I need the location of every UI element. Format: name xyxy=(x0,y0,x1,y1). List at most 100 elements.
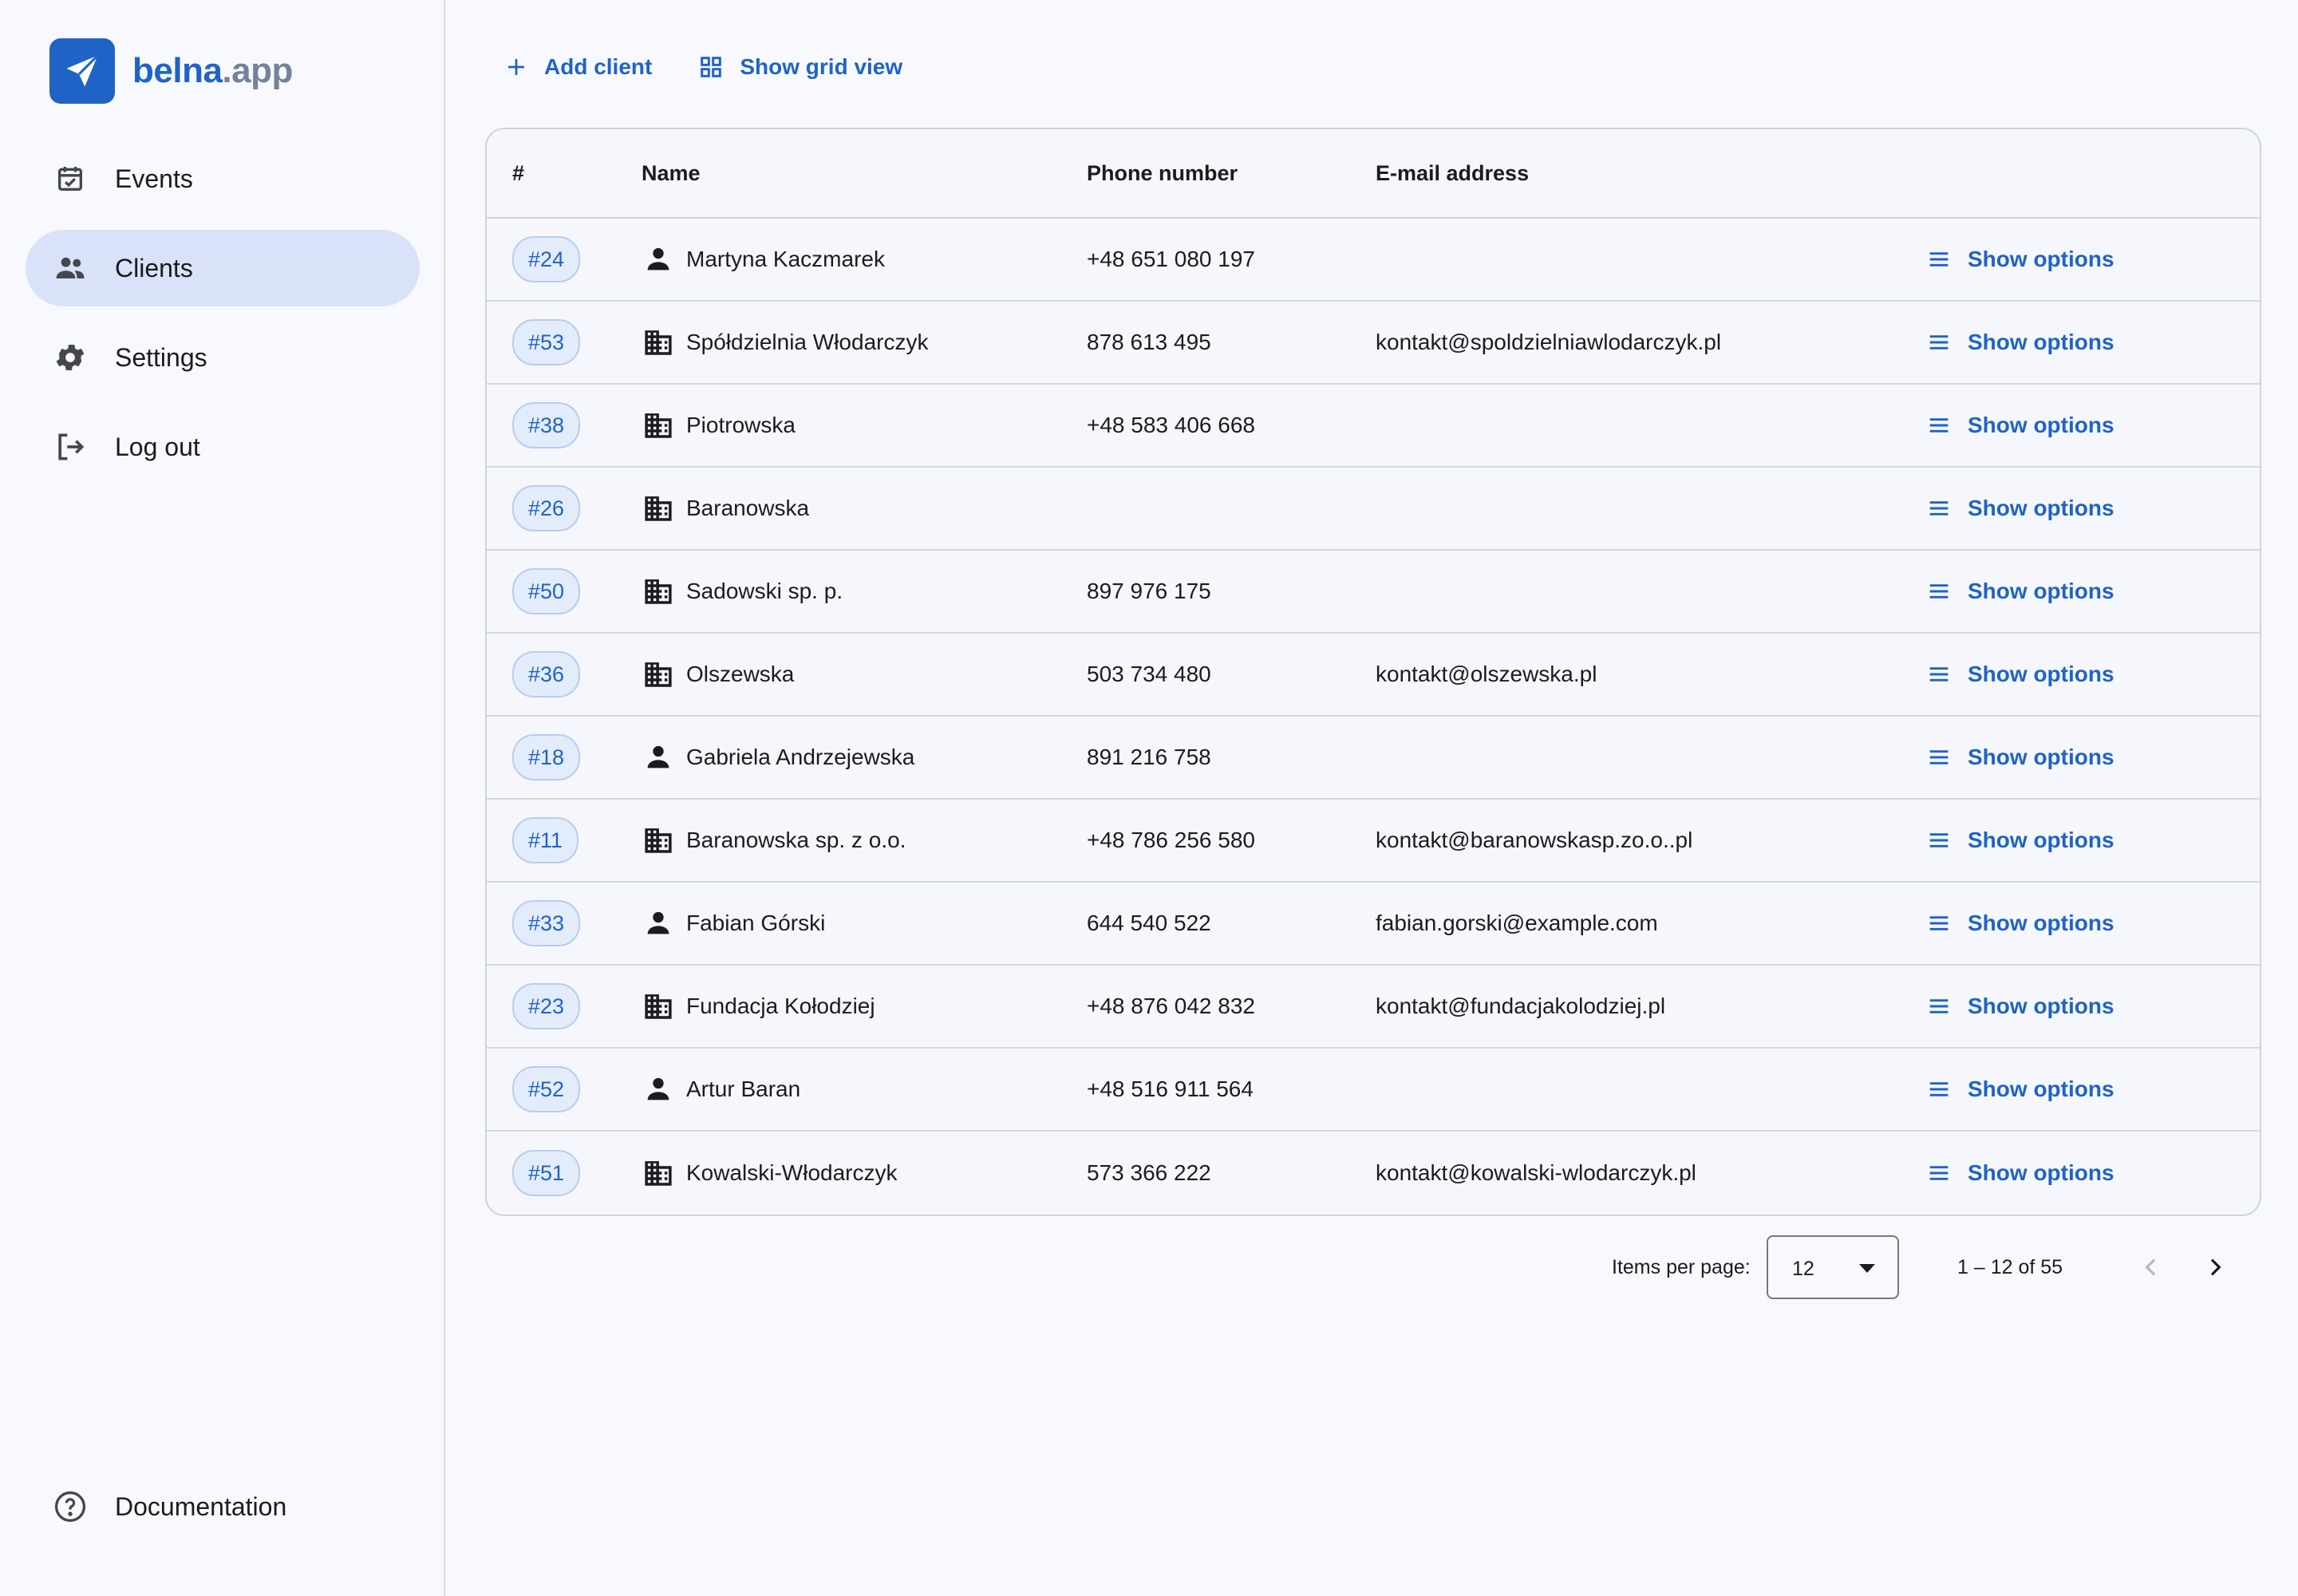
table-row[interactable]: #23 Fundacja Kołodziej +48 876 042 832 kont… xyxy=(487,966,2260,1049)
chevron-right-icon xyxy=(2210,1258,2221,1276)
menu-icon xyxy=(1926,1160,1952,1186)
id-cell: #51 xyxy=(487,1150,642,1196)
menu-icon xyxy=(1926,745,1952,770)
show-options-button[interactable]: Show options xyxy=(1926,994,2260,1019)
phone-cell: 891 216 758 xyxy=(1087,745,1211,769)
show-options-label: Show options xyxy=(1968,1160,2114,1185)
table-row[interactable]: #51 Kowalski-Włodarczyk 573 366 222 kontakt… xyxy=(487,1132,2260,1215)
id-cell: #53 xyxy=(487,319,642,365)
client-name: Baranowska xyxy=(686,496,810,520)
id-cell: #52 xyxy=(487,1066,642,1112)
id-cell: #36 xyxy=(487,651,642,697)
show-options-button[interactable]: Show options xyxy=(1926,828,2260,853)
show-options-button[interactable]: Show options xyxy=(1926,330,2260,355)
header-id[interactable]: # xyxy=(487,161,642,186)
id-cell: #38 xyxy=(487,402,642,448)
nav-label: Events xyxy=(115,164,193,193)
table-row[interactable]: #18 Gabriela Andrzejewska 891 216 758 Show … xyxy=(487,717,2260,800)
show-options-button[interactable]: Show options xyxy=(1926,579,2260,604)
client-id-chip: #38 xyxy=(512,402,581,448)
show-options-label: Show options xyxy=(1968,579,2114,603)
table-row[interactable]: #50 Sadowski sp. p. 897 976 175 Show option… xyxy=(487,551,2260,634)
client-name: Fabian Górski xyxy=(686,911,826,935)
nav-item-events[interactable]: Events xyxy=(26,140,420,217)
sidebar: belna.app Events Clients Settings Log ou… xyxy=(0,0,445,1596)
show-options-label: Show options xyxy=(1968,745,2114,769)
table-row[interactable]: #38 Piotrowska +48 583 406 668 Show options xyxy=(487,385,2260,468)
table-row[interactable]: #52 Artur Baran +48 516 911 564 Show option… xyxy=(487,1049,2260,1132)
client-id-chip: #11 xyxy=(512,817,579,863)
show-options-button[interactable]: Show options xyxy=(1926,662,2260,687)
nav-item-settings[interactable]: Settings xyxy=(26,319,420,396)
client-name: Martyna Kaczmarek xyxy=(686,247,885,271)
brand[interactable]: belna.app xyxy=(49,38,293,104)
client-id-chip: #24 xyxy=(512,236,581,282)
client-id-chip: #36 xyxy=(512,651,581,697)
nav-bottom: Documentation xyxy=(26,1468,420,1558)
table-row[interactable]: #33 Fabian Górski 644 540 522 fabian.gorski… xyxy=(487,883,2260,966)
previous-page-button[interactable] xyxy=(2134,1250,2169,1285)
name-cell: Piotrowska xyxy=(642,409,1087,442)
grid-view-button[interactable]: Show grid view xyxy=(698,54,902,80)
gear-icon xyxy=(53,340,88,375)
page-size-value: 12 xyxy=(1792,1258,1814,1280)
name-cell: Fundacja Kołodziej xyxy=(642,990,1087,1023)
table-row[interactable]: #53 Spółdzielnia Włodarczyk 878 613 495 kon… xyxy=(487,302,2260,385)
calendar-check-icon xyxy=(53,161,88,196)
phone-cell: +48 876 042 832 xyxy=(1087,994,1255,1018)
show-options-button[interactable]: Show options xyxy=(1926,496,2260,521)
building-icon xyxy=(642,1156,675,1190)
show-options-label: Show options xyxy=(1968,994,2114,1018)
email-cell: kontakt@kowalski-wlodarczyk.pl xyxy=(1376,1160,1696,1185)
show-options-button[interactable]: Show options xyxy=(1926,413,2260,438)
table-row[interactable]: #26 Baranowska Show options xyxy=(487,468,2260,551)
brand-name-main: belna xyxy=(132,51,223,90)
client-name: Piotrowska xyxy=(686,413,796,437)
nav-label: Log out xyxy=(115,432,200,461)
menu-icon xyxy=(1926,413,1952,438)
client-id-chip: #52 xyxy=(512,1066,581,1112)
table-header: # Name Phone number E-mail address xyxy=(487,129,2260,219)
person-icon xyxy=(642,243,675,276)
show-options-label: Show options xyxy=(1968,247,2114,271)
client-name: Artur Baran xyxy=(686,1077,801,1101)
show-options-label: Show options xyxy=(1968,413,2114,437)
show-options-button[interactable]: Show options xyxy=(1926,1077,2260,1102)
next-page-button[interactable] xyxy=(2197,1250,2233,1285)
table-row[interactable]: #24 Martyna Kaczmarek +48 651 080 197 Show … xyxy=(487,219,2260,302)
show-options-button[interactable]: Show options xyxy=(1926,911,2260,936)
table-row[interactable]: #11 Baranowska sp. z o.o. +48 786 256 580 k… xyxy=(487,800,2260,883)
show-options-button[interactable]: Show options xyxy=(1926,745,2260,770)
header-phone[interactable]: Phone number xyxy=(1087,161,1376,186)
add-client-button[interactable]: Add client xyxy=(504,54,652,80)
menu-icon xyxy=(1926,1077,1952,1102)
id-cell: #50 xyxy=(487,568,642,614)
client-name: Olszewska xyxy=(686,662,795,686)
building-icon xyxy=(642,409,675,442)
name-cell: Gabriela Andrzejewska xyxy=(642,741,1087,774)
table-row[interactable]: #36 Olszewska 503 734 480 kontakt@olszewska… xyxy=(487,634,2260,717)
nav-item-clients[interactable]: Clients xyxy=(26,230,420,306)
phone-cell: 573 366 222 xyxy=(1087,1160,1211,1185)
add-client-label: Add client xyxy=(544,54,653,79)
dropdown-arrow-icon xyxy=(1859,1264,1875,1273)
nav-item-documentation[interactable]: Documentation xyxy=(26,1468,420,1545)
client-id-chip: #53 xyxy=(512,319,581,365)
show-options-button[interactable]: Show options xyxy=(1926,247,2260,272)
header-name[interactable]: Name xyxy=(642,161,1087,186)
name-cell: Sadowski sp. p. xyxy=(642,575,1087,608)
show-options-button[interactable]: Show options xyxy=(1926,1160,2260,1186)
name-cell: Olszewska xyxy=(642,658,1087,691)
main-nav: Events Clients Settings Log out xyxy=(26,140,420,498)
menu-icon xyxy=(1926,828,1952,853)
phone-cell: +48 583 406 668 xyxy=(1087,413,1255,437)
show-options-label: Show options xyxy=(1968,496,2114,520)
menu-icon xyxy=(1926,496,1952,521)
header-email[interactable]: E-mail address xyxy=(1376,161,1926,186)
client-id-chip: #51 xyxy=(512,1150,581,1196)
name-cell: Martyna Kaczmarek xyxy=(642,243,1087,276)
nav-item-logout[interactable]: Log out xyxy=(26,409,420,485)
phone-cell: 897 976 175 xyxy=(1087,579,1211,603)
page-size-select[interactable]: 12 xyxy=(1767,1235,1899,1299)
menu-icon xyxy=(1926,994,1952,1019)
